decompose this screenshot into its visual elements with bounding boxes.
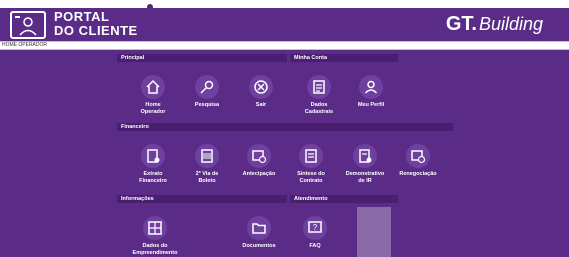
tile-label: Documentos xyxy=(242,243,276,249)
tile-dados-empreendimento[interactable]: Dados do Empreendimento xyxy=(130,216,180,256)
calendar-clock-icon xyxy=(406,144,430,168)
tile-documentos[interactable]: Documentos xyxy=(236,216,282,250)
portal-logo-icon[interactable] xyxy=(10,11,46,39)
building-grid-icon xyxy=(143,216,167,240)
portal-title-line1: PORTAL xyxy=(54,9,110,24)
placeholder-panel xyxy=(357,207,391,257)
tile-demonstrativo[interactable]: Demonstrativo de IR xyxy=(342,144,388,184)
tile-sair[interactable]: Sair xyxy=(238,75,284,109)
brand-name: Building xyxy=(478,14,543,34)
barcode-icon xyxy=(195,144,219,168)
tile-label: Antecipação xyxy=(242,171,276,177)
svg-text:?: ? xyxy=(313,223,318,232)
section-financeiro: Financeiro xyxy=(117,123,453,131)
section-atendimento: Atendimento xyxy=(290,195,398,203)
tile-label: 2ª Via de Boleto xyxy=(195,171,219,184)
tile-renegociacao[interactable]: Renegociação xyxy=(395,144,441,178)
tile-label: Extrato Financeiro xyxy=(139,171,167,184)
tile-pesquisa[interactable]: Pesquisa xyxy=(184,75,230,109)
tile-label: Pesquisa xyxy=(194,102,220,108)
document-icon xyxy=(307,75,331,99)
tile-home-operador[interactable]: Home Operador xyxy=(130,75,176,115)
tile-segunda-via[interactable]: 2ª Via de Boleto xyxy=(184,144,230,184)
tile-extrato[interactable]: Extrato Financeiro xyxy=(130,144,176,184)
tile-antecipacao[interactable]: Antecipação xyxy=(236,144,282,178)
portal-title-line2: DO CLIENTE xyxy=(54,23,138,38)
section-minha-conta: Minha Conta xyxy=(290,54,398,62)
brand-logo: GT. Building xyxy=(446,13,543,36)
close-circle-icon xyxy=(249,75,273,99)
tile-label: Home Operador xyxy=(140,102,166,115)
statement-icon xyxy=(141,144,165,168)
tile-label: Sair xyxy=(255,102,267,108)
tile-label: Síntese do Contrato xyxy=(297,171,325,184)
calendar-clock-icon xyxy=(247,144,271,168)
tile-label: Dados Cadastrais xyxy=(304,102,334,115)
tile-label: FAQ xyxy=(309,243,321,249)
home-icon xyxy=(141,75,165,99)
tile-sintese[interactable]: Síntese do Contrato xyxy=(288,144,334,184)
tile-dados-cadastrais[interactable]: Dados Cadastrais xyxy=(296,75,342,115)
folder-icon xyxy=(247,216,271,240)
tile-label: Meu Perfil xyxy=(357,102,385,108)
contract-icon xyxy=(299,144,323,168)
brand-mark: GT. xyxy=(445,13,477,35)
search-icon xyxy=(195,75,219,99)
user-icon xyxy=(359,75,383,99)
portal-title: PORTAL DO CLIENTE xyxy=(54,10,138,38)
tile-label: Dados do Empreendimento xyxy=(132,243,178,256)
section-principal: Principal xyxy=(117,54,287,62)
tile-faq[interactable]: ? FAQ xyxy=(292,216,338,250)
tile-label: Demonstrativo de IR xyxy=(345,171,385,184)
breadcrumb-label: HOME OPERADOR xyxy=(2,42,48,48)
top-band xyxy=(0,0,569,8)
tile-meu-perfil[interactable]: Meu Perfil xyxy=(348,75,394,109)
faq-icon: ? xyxy=(303,216,327,240)
report-icon xyxy=(353,144,377,168)
breadcrumb: HOME OPERADOR xyxy=(0,41,569,50)
section-informacoes: Informações xyxy=(117,195,287,203)
tile-label: Renegociação xyxy=(399,171,437,177)
